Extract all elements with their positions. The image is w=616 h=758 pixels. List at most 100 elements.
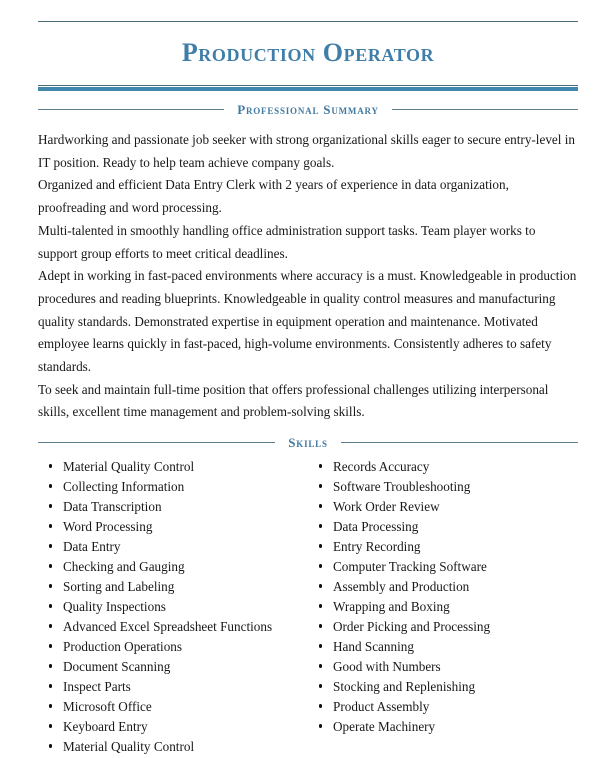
- skill-list-item: Assembly and Production: [308, 578, 578, 598]
- skill-list-item: Software Troubleshooting: [308, 478, 578, 498]
- bullet-icon: [319, 664, 323, 668]
- skill-list-item: Material Quality Control: [38, 738, 308, 758]
- skill-label: Wrapping and Boxing: [333, 599, 450, 615]
- skill-list-item: Work Order Review: [308, 498, 578, 518]
- skill-list-item: Data Processing: [308, 518, 578, 538]
- bullet-icon: [49, 624, 53, 628]
- skill-label: Inspect Parts: [63, 679, 131, 695]
- bullet-icon: [49, 744, 53, 748]
- skill-label: Data Transcription: [63, 499, 162, 515]
- skill-label: Stocking and Replenishing: [333, 679, 476, 695]
- skill-list-item: Records Accuracy: [308, 458, 578, 478]
- section-rule-left: [38, 442, 276, 444]
- skill-label: Order Picking and Processing: [333, 619, 491, 635]
- skill-list-item: Checking and Gauging: [38, 558, 308, 578]
- skill-label: Quality Inspections: [63, 599, 166, 615]
- skill-list-item: Good with Numbers: [308, 658, 578, 678]
- summary-paragraph: To seek and maintain full-time position …: [38, 381, 549, 420]
- section-rule-left: [38, 109, 225, 110]
- skill-list-item: Data Entry: [38, 538, 308, 558]
- skill-label: Operate Machinery: [333, 719, 436, 735]
- skills-columns: Material Quality Control Collecting Infor…: [38, 458, 578, 758]
- skill-label: Microsoft Office: [63, 699, 152, 715]
- bullet-icon: [49, 684, 53, 688]
- skill-label: Hand Scanning: [333, 639, 414, 655]
- bullet-icon: [49, 484, 53, 488]
- bullet-icon: [49, 604, 53, 608]
- skills-column-left: Material Quality Control Collecting Infor…: [38, 458, 308, 758]
- bullet-icon: [319, 464, 323, 468]
- skill-list-item: Production Operations: [38, 638, 308, 658]
- bullet-icon: [49, 524, 53, 528]
- skill-list-item: Keyboard Entry: [38, 718, 308, 738]
- bullet-icon: [319, 544, 323, 548]
- bullet-icon: [49, 464, 53, 468]
- section-header-skills: Skills: [38, 435, 579, 451]
- skill-label: Advanced Excel Spreadsheet Functions: [63, 619, 273, 635]
- skill-label: Product Assembly: [333, 699, 430, 715]
- skill-label: Sorting and Labeling: [63, 579, 175, 595]
- skill-list-item: Entry Recording: [308, 538, 578, 558]
- skill-list-item: Computer Tracking Software: [308, 558, 578, 578]
- bullet-icon: [319, 484, 323, 488]
- skill-list-item: Order Picking and Processing: [308, 618, 578, 638]
- skill-label: Good with Numbers: [333, 659, 441, 675]
- summary-paragraph: Organized and efficient Data Entry Clerk…: [38, 177, 509, 216]
- bullet-icon: [319, 684, 323, 688]
- skill-label: Entry Recording: [333, 539, 421, 555]
- skill-label: Work Order Review: [333, 499, 440, 515]
- skill-label: Material Quality Control: [63, 739, 195, 755]
- skill-list-item: Collecting Information: [38, 478, 308, 498]
- bullet-icon: [49, 644, 53, 648]
- summary-paragraph: Multi-talented in smoothly handling offi…: [38, 222, 536, 261]
- bullet-icon: [49, 564, 53, 568]
- section-title-skills: Skills: [288, 435, 328, 451]
- skill-list-item: Advanced Excel Spreadsheet Functions: [38, 618, 308, 638]
- section-title-professional-summary: Professional Summary: [237, 102, 379, 117]
- section-rule-right: [340, 442, 579, 444]
- skills-list-right: Records Accuracy Software Troubleshooting…: [308, 458, 578, 738]
- bullet-icon: [49, 724, 53, 728]
- bullet-icon: [319, 644, 323, 648]
- bullet-icon: [319, 704, 323, 708]
- skill-list-item: Quality Inspections: [38, 598, 308, 618]
- skill-list-item: Wrapping and Boxing: [308, 598, 578, 618]
- skill-label: Collecting Information: [63, 479, 185, 495]
- bullet-icon: [49, 664, 53, 668]
- skill-label: Production Operations: [63, 639, 183, 655]
- section-header-professional-summary: Professional Summary: [38, 102, 579, 117]
- header-rule-thick: [38, 87, 578, 91]
- skill-label: Document Scanning: [63, 659, 171, 675]
- bullet-icon: [319, 724, 323, 728]
- skill-label: Records Accuracy: [333, 459, 430, 475]
- skill-list-item: Document Scanning: [38, 658, 308, 678]
- skill-list-item: Stocking and Replenishing: [308, 678, 578, 698]
- skill-list-item: Data Transcription: [38, 498, 308, 518]
- skill-label: Word Processing: [63, 519, 153, 535]
- skill-label: Keyboard Entry: [63, 719, 148, 735]
- skill-label: Assembly and Production: [333, 579, 470, 595]
- bullet-icon: [319, 564, 323, 568]
- page-title: Production Operator: [181, 38, 435, 67]
- bullet-icon: [319, 604, 323, 608]
- skill-list-item: Word Processing: [38, 518, 308, 538]
- skill-label: Computer Tracking Software: [333, 559, 487, 575]
- section-rule-right: [391, 109, 579, 110]
- resume-page: Production Operator Professional Summary…: [0, 21, 616, 754]
- skill-label: Software Troubleshooting: [333, 479, 471, 495]
- skill-list-item: Product Assembly: [308, 698, 578, 718]
- bullet-icon: [319, 584, 323, 588]
- skill-list-item: Operate Machinery: [308, 718, 578, 738]
- skill-label: Checking and Gauging: [63, 559, 185, 575]
- header-rule-thin: [38, 85, 578, 86]
- summary-paragraph: Hardworking and passionate job seeker wi…: [38, 132, 575, 170]
- bullet-icon: [49, 704, 53, 708]
- bullet-icon: [319, 524, 323, 528]
- skill-list-item: Inspect Parts: [38, 678, 308, 698]
- bullet-icon: [319, 624, 323, 628]
- bullet-icon: [319, 504, 323, 508]
- skill-label: Data Processing: [333, 519, 419, 535]
- skills-list-left: Material Quality Control Collecting Infor…: [38, 458, 308, 758]
- skill-list-item: Microsoft Office: [38, 698, 308, 718]
- skill-list-item: Sorting and Labeling: [38, 578, 308, 598]
